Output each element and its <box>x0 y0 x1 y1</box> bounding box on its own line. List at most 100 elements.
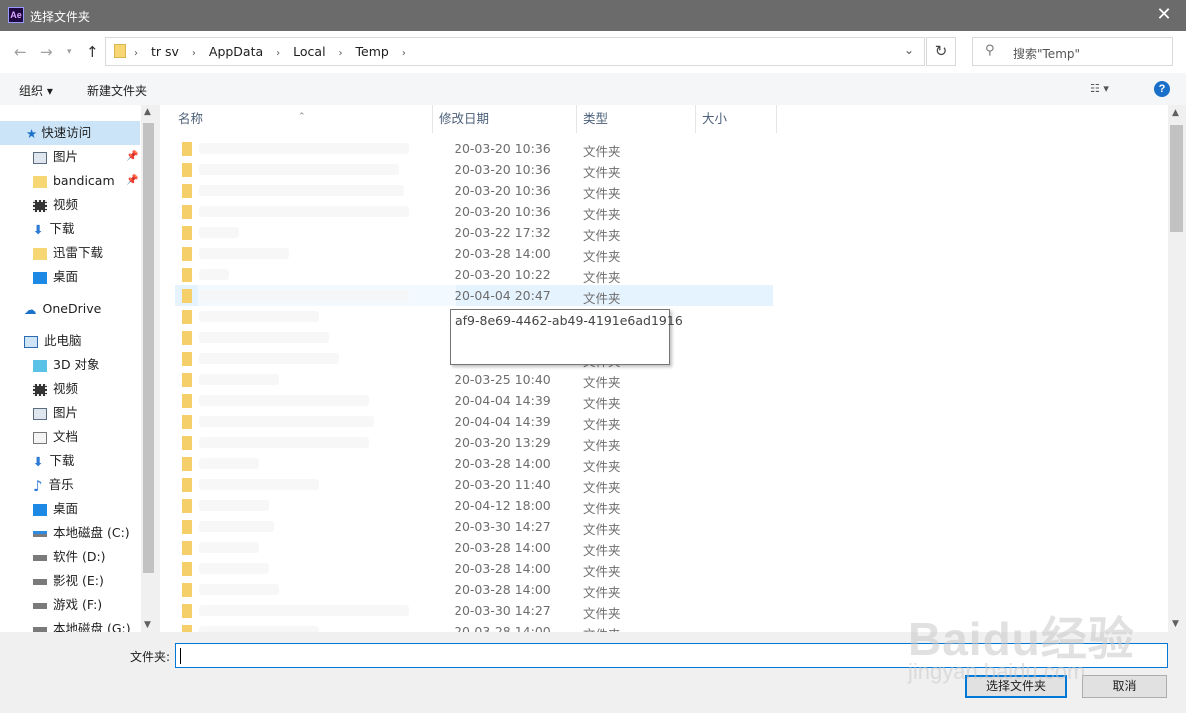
folder-icon <box>182 310 192 324</box>
recent-locations-chevron-icon[interactable]: ▾ <box>67 47 72 57</box>
nav-label: 影视 (E:) <box>53 573 104 588</box>
nav-3d-objects[interactable]: 3D 对象 <box>33 353 100 377</box>
navigation-scrollbar[interactable]: ▲ ▼ <box>141 105 156 632</box>
back-arrow-icon[interactable]: ← <box>14 43 27 61</box>
pin-icon[interactable]: 📌 <box>126 151 138 162</box>
folder-icon <box>182 436 192 450</box>
folder-icon <box>182 184 192 198</box>
folder-icon <box>182 541 192 555</box>
new-folder-button[interactable]: 新建文件夹 <box>87 82 147 99</box>
item-type: 文件夹 <box>583 606 621 621</box>
item-type: 文件夹 <box>583 396 621 411</box>
nav-drive-d[interactable]: 软件 (D:) <box>33 545 106 569</box>
nav-desktop[interactable]: 桌面 <box>33 265 78 289</box>
modified-date: 20-03-20 10:22 <box>454 267 551 282</box>
modified-date: 20-03-20 13:29 <box>454 435 551 450</box>
modified-date: 20-03-20 11:40 <box>454 477 551 492</box>
scroll-down-icon[interactable]: ▼ <box>144 620 151 630</box>
nav-downloads[interactable]: ⬇ 下载 <box>33 217 75 241</box>
title-bar: Ae 选择文件夹 ✕ <box>0 0 1186 31</box>
nav-label: 文档 <box>53 429 79 444</box>
folder-icon <box>182 268 192 282</box>
refresh-button[interactable]: ↻ <box>926 37 956 66</box>
search-input[interactable]: ⚲ 搜索"Temp" <box>972 37 1173 66</box>
nav-label: bandicam <box>53 173 115 188</box>
filename-tooltip: af9-8e69-4462-ab49-4191e6ad1916 <box>450 309 683 365</box>
pictures-icon <box>33 151 47 164</box>
breadcrumb-temp[interactable]: Temp <box>356 44 389 59</box>
view-options-icon[interactable]: ☷ ▾ <box>1090 82 1109 95</box>
nav-pc-downloads[interactable]: ⬇ 下载 <box>33 449 75 473</box>
folder-icon <box>182 205 192 219</box>
nav-bandicam[interactable]: bandicam <box>33 169 115 193</box>
item-type: 文件夹 <box>583 417 621 432</box>
nav-onedrive[interactable]: ☁ OneDrive <box>24 297 101 321</box>
nav-pc-desktop[interactable]: 桌面 <box>33 497 78 521</box>
item-type: 文件夹 <box>583 438 621 453</box>
folder-icon <box>33 247 47 260</box>
nav-music[interactable]: ♪ 音乐 <box>33 473 74 497</box>
organize-menu[interactable]: 组织 ▾ <box>19 82 53 99</box>
folder-icon <box>114 44 126 58</box>
nav-pictures[interactable]: 图片 <box>33 145 78 169</box>
nav-label: OneDrive <box>42 301 102 316</box>
breadcrumb-user[interactable]: tr sv <box>151 44 179 59</box>
chevron-right-icon[interactable]: › <box>402 48 406 59</box>
breadcrumb-appdata[interactable]: AppData <box>209 44 263 59</box>
column-header-name[interactable]: 名称 ⌃ <box>160 105 433 133</box>
folder-icon <box>182 352 192 366</box>
address-bar[interactable]: › tr sv › AppData › Local › Temp › ⌄ <box>105 37 925 66</box>
nav-pc-videos[interactable]: 视频 <box>33 377 78 401</box>
folder-icon <box>182 163 192 177</box>
column-header-type[interactable]: 类型 <box>577 105 696 133</box>
nav-label: 3D 对象 <box>53 357 100 372</box>
up-arrow-icon[interactable]: ↑ <box>86 43 99 61</box>
refresh-icon: ↻ <box>934 42 948 60</box>
scroll-up-icon[interactable]: ▲ <box>144 107 151 117</box>
scroll-up-icon[interactable]: ▲ <box>1172 108 1179 118</box>
nav-quick-access[interactable]: ★ 快速访问 <box>0 121 140 145</box>
help-icon[interactable]: ? <box>1154 81 1170 97</box>
folder-icon <box>182 478 192 492</box>
nav-this-pc[interactable]: 此电脑 <box>24 329 82 353</box>
close-icon[interactable]: ✕ <box>1152 4 1176 25</box>
system-drive-icon <box>33 530 47 537</box>
scrollbar-thumb[interactable] <box>143 123 154 573</box>
breadcrumb-local[interactable]: Local <box>293 44 325 59</box>
folder-icon <box>182 457 192 471</box>
file-list-scrollbar[interactable]: ▲ ▼ <box>1168 105 1185 632</box>
nav-documents[interactable]: 文档 <box>33 425 78 449</box>
item-type: 文件夹 <box>583 624 621 632</box>
item-type: 文件夹 <box>583 501 621 516</box>
nav-drive-g[interactable]: 本地磁盘 (G:) <box>33 617 131 632</box>
folder-icon <box>182 373 192 387</box>
item-type: 文件夹 <box>583 144 621 159</box>
item-type: 文件夹 <box>583 165 621 180</box>
pin-icon[interactable]: 📌 <box>126 175 138 186</box>
nav-pc-pictures[interactable]: 图片 <box>33 401 78 425</box>
column-header-size[interactable]: 大小 <box>696 105 777 133</box>
nav-drive-e[interactable]: 影视 (E:) <box>33 569 104 593</box>
scrollbar-thumb[interactable] <box>1170 125 1183 232</box>
nav-thunder-downloads[interactable]: 迅雷下载 <box>33 241 103 265</box>
download-arrow-icon: ⬇ <box>33 453 44 469</box>
sort-ascending-icon: ⌃ <box>298 112 306 122</box>
modified-date: 20-03-30 14:27 <box>454 603 551 618</box>
modified-date: 20-03-28 14:00 <box>454 624 551 632</box>
column-header-modified[interactable]: 修改日期 <box>433 105 577 133</box>
item-type: 文件夹 <box>583 585 621 600</box>
search-placeholder: 搜索"Temp" <box>1013 47 1081 61</box>
breadcrumb: › tr sv › AppData › Local › Temp › <box>134 44 415 59</box>
forward-arrow-icon[interactable]: → <box>40 43 53 61</box>
folder-icon <box>182 583 192 597</box>
nav-videos[interactable]: 视频 <box>33 193 78 217</box>
chevron-right-icon: › <box>276 48 281 59</box>
nav-drive-c[interactable]: 本地磁盘 (C:) <box>33 521 130 545</box>
modified-date: 20-03-25 10:40 <box>454 372 551 387</box>
nav-label: 快速访问 <box>41 125 92 140</box>
nav-label: 视频 <box>53 197 79 212</box>
nav-drive-f[interactable]: 游戏 (F:) <box>33 593 102 617</box>
nav-label: 本地磁盘 (G:) <box>53 621 131 632</box>
chevron-down-icon[interactable]: ⌄ <box>904 43 914 57</box>
item-type: 文件夹 <box>583 375 621 390</box>
